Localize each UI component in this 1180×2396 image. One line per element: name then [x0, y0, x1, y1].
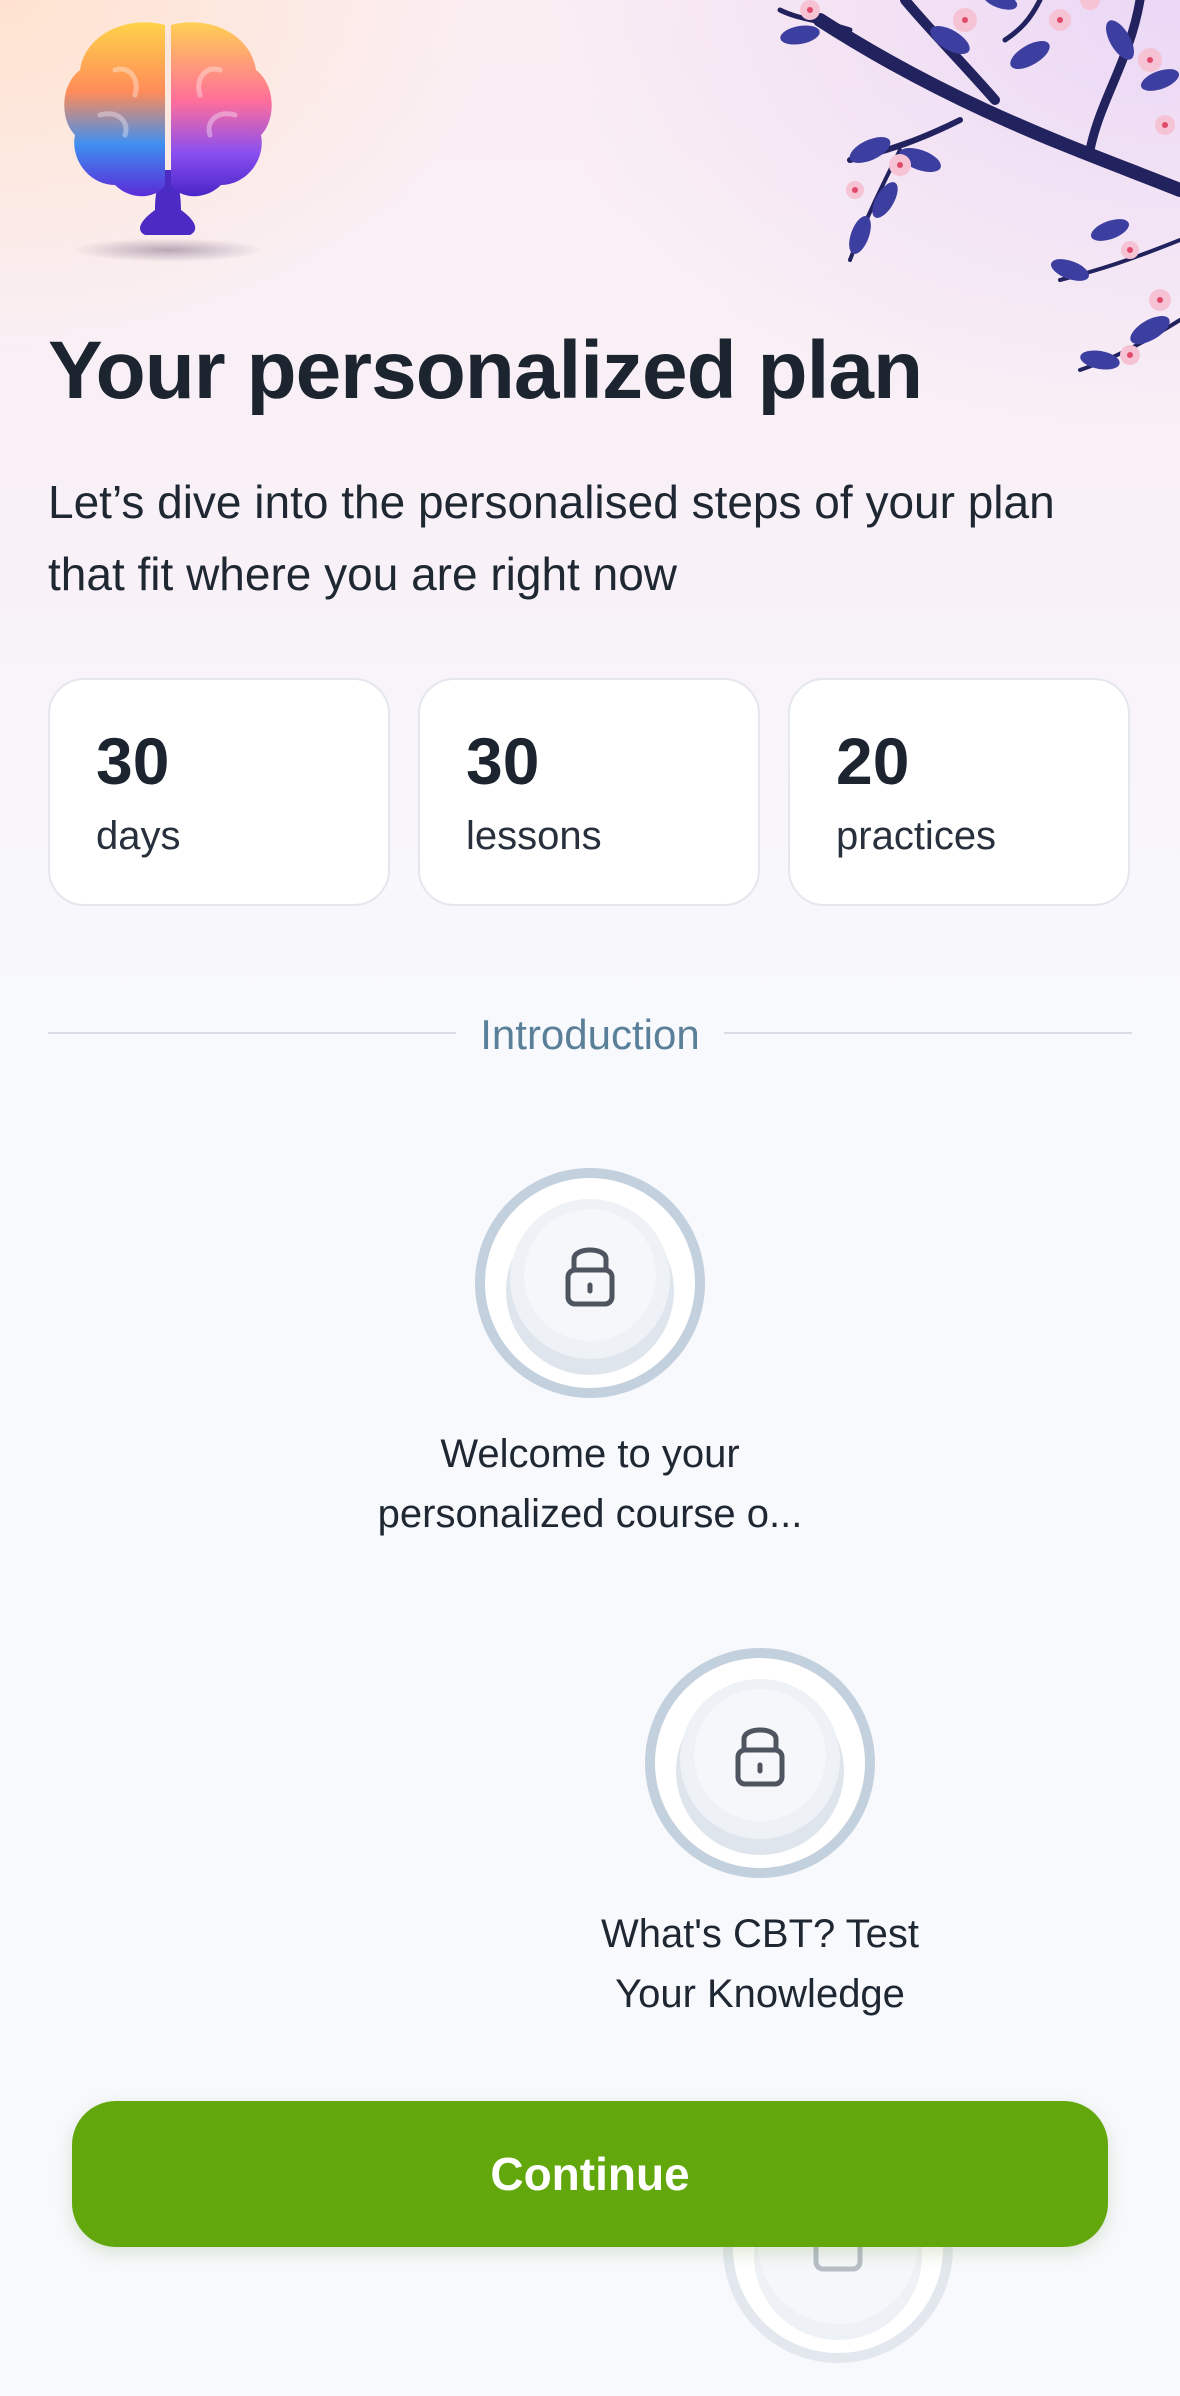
- divider-line-right: [724, 1032, 1132, 1034]
- plan-stats: 30 days 30 lessons 20 practices: [48, 678, 1132, 908]
- stat-card-days: 30 days: [48, 678, 390, 906]
- section-label: Introduction: [480, 1011, 700, 1058]
- lesson-node-locked[interactable]: [474, 1167, 706, 1399]
- stat-value: 30: [466, 724, 540, 798]
- stat-card-lessons: 30 lessons: [418, 678, 760, 906]
- stat-label: lessons: [466, 814, 602, 858]
- page-subtitle: Let’s dive into the personalised steps o…: [48, 476, 1055, 600]
- stat-value: 20: [836, 724, 910, 798]
- brain-logo-icon: [64, 22, 272, 262]
- continue-button[interactable]: Continue: [72, 2101, 1108, 2247]
- lesson-node-locked[interactable]: [644, 1647, 876, 1879]
- stat-label: practices: [836, 814, 997, 858]
- stat-card-practices: 20 practices: [788, 678, 1130, 906]
- lesson-title[interactable]: Welcome to your personalized course o...: [330, 1424, 850, 1544]
- stat-value: 30: [96, 724, 170, 798]
- page-title: Your personalized plan: [48, 325, 923, 416]
- section-divider: Introduction: [48, 1010, 1132, 1060]
- stat-label: days: [96, 814, 181, 858]
- lesson-title[interactable]: What's CBT? Test Your Knowledge: [560, 1904, 960, 2024]
